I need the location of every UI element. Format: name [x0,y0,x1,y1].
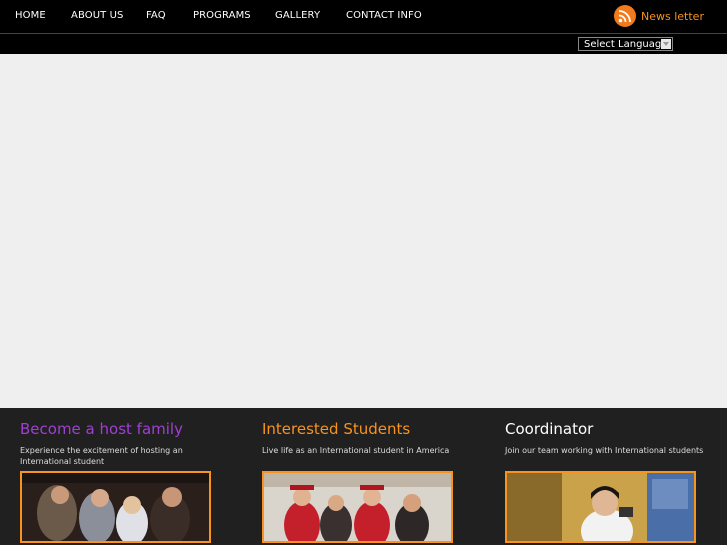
language-select[interactable]: Select Language [578,37,673,51]
nav-about-us-link[interactable]: ABOUT US [71,10,123,21]
chevron-down-icon [661,39,671,49]
nav-contact-info-link[interactable]: CONTACT INFO [346,10,422,21]
feature-title[interactable]: Become a host family [20,420,183,438]
feature-description: Live life as an International student in… [262,446,450,455]
rss-icon[interactable] [614,5,636,27]
top-navigation-bar: HOME ABOUT US FAQ PROGRAMS GALLERY CONTA… [0,0,727,33]
nav-home-link[interactable]: HOME [15,10,46,21]
students-photo[interactable] [262,471,453,543]
newsletter-link[interactable]: News letter [641,10,704,23]
feature-description: Join our team working with International… [505,446,704,455]
host-family-photo[interactable] [20,471,211,543]
nav-gallery-link[interactable]: GALLERY [275,10,320,21]
feature-title[interactable]: Interested Students [262,420,410,438]
nav-faq-link[interactable]: FAQ [146,10,166,21]
feature-description: Experience the excitement of hosting an … [20,446,183,466]
feature-title[interactable]: Coordinator [505,420,593,438]
nav-programs-link[interactable]: PROGRAMS [193,10,251,21]
hero-banner-area [0,54,727,408]
features-section: Become a host family Experience the exci… [0,408,727,545]
language-select-value: Select Language [584,39,668,50]
coordinator-photo[interactable] [505,471,696,543]
